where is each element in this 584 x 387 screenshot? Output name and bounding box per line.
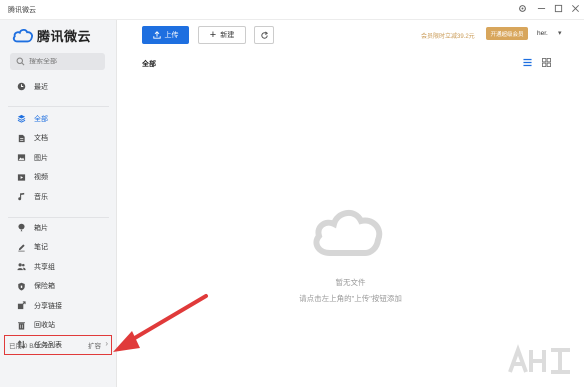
- breadcrumb: 全部: [142, 61, 156, 68]
- cloud-logo-icon: [12, 28, 33, 43]
- sidebar-item-all[interactable]: 全部: [0, 109, 117, 129]
- sidebar-item-label: 保险箱: [34, 283, 55, 291]
- sidebar-item-label: 回收站: [34, 322, 55, 330]
- close-icon[interactable]: [568, 3, 582, 17]
- sidebar-item-videos[interactable]: 视频: [0, 168, 117, 188]
- promo-text[interactable]: 会员限时立减39.2元: [421, 31, 475, 40]
- empty-cloud-icon: [313, 210, 383, 256]
- search-icon: [16, 57, 25, 66]
- sidebar-item-shared-group[interactable]: 共享组: [0, 257, 117, 277]
- sidebar-item-label: 图片: [34, 154, 48, 162]
- new-label: 新建: [220, 32, 235, 39]
- image-icon: [17, 154, 26, 161]
- sidebar-item-music[interactable]: 音乐: [0, 187, 117, 207]
- sidebar-item-notes[interactable]: 笔记: [0, 238, 117, 258]
- balloon-icon: [18, 223, 25, 232]
- storage-text: 已用 0 B/10 GB: [9, 343, 54, 350]
- music-icon: [18, 193, 25, 201]
- grid-view-icon[interactable]: [542, 58, 551, 67]
- toolbar: 上传 + 新建 会员限时立减39.2元 开通超级会员 her. ▾: [117, 20, 584, 52]
- expand-storage-link[interactable]: 扩容: [88, 340, 101, 350]
- empty-hint: 请点击左上角的"上传"按钮添加: [299, 294, 402, 303]
- sidebar-item-label: 全部: [34, 115, 48, 123]
- logo-text: 腾讯微云: [37, 28, 92, 44]
- share-icon: [17, 301, 26, 310]
- upload-button[interactable]: 上传: [142, 26, 189, 44]
- new-button[interactable]: + 新建: [198, 26, 246, 44]
- sidebar-item-label: 最近: [34, 83, 48, 91]
- sidebar-item-images[interactable]: 图片: [0, 148, 117, 168]
- sidebar-item-label: 笔记: [34, 244, 48, 252]
- layers-icon: [17, 115, 26, 123]
- list-view-icon[interactable]: [523, 58, 532, 67]
- sidebar-item-box[interactable]: 箱片: [0, 218, 117, 238]
- document-icon: [18, 134, 25, 142]
- nav-recent: 最近: [0, 77, 117, 97]
- pencil-icon: [18, 244, 25, 252]
- chevron-right-icon[interactable]: ›: [105, 339, 108, 348]
- maximize-icon[interactable]: [551, 3, 565, 17]
- sidebar-item-label: 共享组: [34, 263, 55, 271]
- sidebar-item-label: 视频: [34, 174, 48, 182]
- sidebar-item-documents[interactable]: 文档: [0, 129, 117, 149]
- sidebar: 腾讯微云 最近 全部 文档 图片 视频 音乐: [0, 20, 117, 387]
- search-input[interactable]: [29, 58, 99, 65]
- chevron-down-icon[interactable]: ▾: [558, 29, 562, 37]
- upload-icon: [152, 31, 161, 39]
- nav-files: 全部 文档 图片 视频 音乐: [0, 109, 117, 207]
- sidebar-item-label: 音乐: [34, 193, 48, 201]
- sidebar-item-recent[interactable]: 最近: [0, 77, 117, 97]
- trash-icon: [18, 322, 25, 330]
- refresh-button[interactable]: [254, 26, 274, 44]
- storage-usage: 已用 0 B/10 GB 扩容 ›: [4, 335, 112, 355]
- sidebar-item-safe[interactable]: 保险箱: [0, 277, 117, 297]
- sidebar-item-label: 箱片: [34, 224, 48, 232]
- upload-label: 上传: [164, 32, 179, 39]
- settings-icon[interactable]: [515, 3, 529, 17]
- window-title: 腾讯微云: [8, 7, 36, 14]
- vip-button[interactable]: 开通超级会员: [486, 27, 528, 40]
- clock-icon: [17, 82, 26, 91]
- watermark-logo: [508, 344, 570, 374]
- shield-icon: [18, 282, 25, 291]
- divider: [8, 106, 109, 107]
- sidebar-item-label: 文档: [34, 135, 48, 143]
- sidebar-item-label: 分享链接: [34, 302, 62, 310]
- refresh-icon: [260, 31, 268, 39]
- group-icon: [17, 263, 26, 271]
- app-logo: 腾讯微云: [12, 26, 91, 44]
- user-name[interactable]: her.: [537, 30, 548, 37]
- plus-icon: +: [209, 29, 217, 41]
- sidebar-item-recycle-bin[interactable]: 回收站: [0, 316, 117, 336]
- search-box[interactable]: [10, 53, 105, 70]
- video-icon: [17, 174, 26, 181]
- empty-title: 暂无文件: [335, 278, 366, 287]
- title-bar: 腾讯微云: [0, 0, 584, 20]
- minimize-icon[interactable]: [534, 3, 548, 17]
- sidebar-item-share-links[interactable]: 分享链接: [0, 296, 117, 316]
